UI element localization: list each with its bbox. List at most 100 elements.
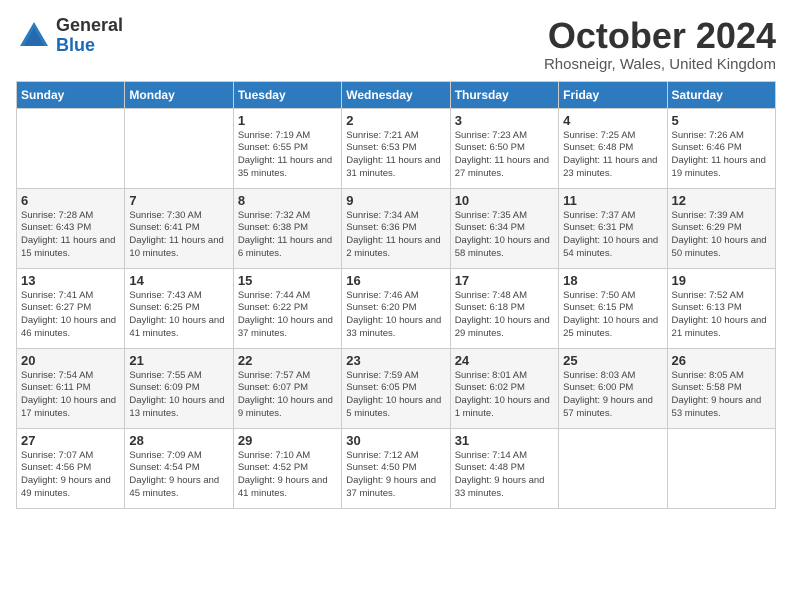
calendar-cell: 16Sunrise: 7:46 AMSunset: 6:20 PMDayligh… (342, 268, 450, 348)
day-number: 19 (672, 273, 771, 288)
daylight-text: Daylight: 10 hours and 9 minutes. (238, 395, 333, 419)
daylight-text: Daylight: 10 hours and 13 minutes. (129, 395, 224, 419)
calendar-cell: 3Sunrise: 7:23 AMSunset: 6:50 PMDaylight… (450, 108, 558, 188)
calendar-week-1: 1 Sunrise: 7:19 AMSunset: 6:55 PM Daylight… (17, 108, 776, 188)
daylight-text: Daylight: 10 hours and 5 minutes. (346, 395, 441, 419)
location-subtitle: Rhosneigr, Wales, United Kingdom (544, 56, 776, 73)
calendar-cell: 25Sunrise: 8:03 AMSunset: 6:00 PMDayligh… (559, 348, 667, 428)
sunset-text: Sunset: 6:09 PM (129, 382, 199, 393)
daylight-text: Daylight: 11 hours and 2 minutes. (346, 235, 440, 259)
day-number: 1 (238, 113, 337, 128)
header-thursday: Thursday (450, 81, 558, 108)
daylight-text: Daylight: 9 hours and 57 minutes. (563, 395, 653, 419)
calendar-header-row: Sunday Monday Tuesday Wednesday Thursday… (17, 81, 776, 108)
calendar-cell: 8 Sunrise: 7:32 AMSunset: 6:38 PMDaylight… (233, 188, 341, 268)
day-number: 5 (672, 113, 771, 128)
daylight-text: Daylight: 9 hours and 53 minutes. (672, 395, 762, 419)
daylight-text: Daylight: 11 hours and 10 minutes. (129, 235, 223, 259)
sunrise-text: Sunrise: 7:37 AM (563, 210, 635, 221)
day-info: Sunrise: 7:12 AMSunset: 4:50 PMDaylight:… (346, 450, 445, 501)
calendar-cell (17, 108, 125, 188)
sunrise-text: Sunrise: 7:52 AM (672, 290, 744, 301)
day-number: 17 (455, 273, 554, 288)
day-info: Sunrise: 7:32 AMSunset: 6:38 PMDaylight:… (238, 210, 337, 261)
day-info: Sunrise: 7:46 AMSunset: 6:20 PMDaylight:… (346, 290, 445, 341)
day-number: 31 (455, 433, 554, 448)
day-info: Sunrise: 7:50 AMSunset: 6:15 PMDaylight:… (563, 290, 662, 341)
daylight-text: Daylight: 10 hours and 21 minutes. (672, 315, 767, 339)
sunrise-text: Sunrise: 7:26 AM (672, 130, 744, 141)
day-info: Sunrise: 7:07 AMSunset: 4:56 PMDaylight:… (21, 450, 120, 501)
day-info: Sunrise: 7:44 AMSunset: 6:22 PMDaylight:… (238, 290, 337, 341)
sunset-text: Sunset: 6:53 PM (346, 142, 416, 153)
day-info: Sunrise: 7:26 AMSunset: 6:46 PMDaylight:… (672, 130, 771, 181)
daylight-text: Daylight: 11 hours and 15 minutes. (21, 235, 115, 259)
sunset-text: Sunset: 4:50 PM (346, 462, 416, 473)
header-monday: Monday (125, 81, 233, 108)
day-info: Sunrise: 7:10 AMSunset: 4:52 PMDaylight:… (238, 450, 337, 501)
calendar-cell: 19 Sunrise: 7:52 AMSunset: 6:13 PM Dayligh… (667, 268, 775, 348)
sunset-text: Sunset: 6:27 PM (21, 302, 91, 313)
daylight-text: Daylight: 9 hours and 37 minutes. (346, 475, 436, 499)
calendar-cell: 28Sunrise: 7:09 AMSunset: 4:54 PMDayligh… (125, 428, 233, 508)
header-sunday: Sunday (17, 81, 125, 108)
sunset-text: Sunset: 6:20 PM (346, 302, 416, 313)
calendar-cell: 11 Sunrise: 7:37 AMSunset: 6:31 PMDayligh… (559, 188, 667, 268)
sunrise-text: Sunrise: 8:01 AM (455, 370, 527, 381)
header-saturday: Saturday (667, 81, 775, 108)
sunrise-text: Sunrise: 7:32 AM (238, 210, 310, 221)
day-number: 11 (563, 193, 662, 208)
sunset-text: Sunset: 6:07 PM (238, 382, 308, 393)
sunset-text: Sunset: 6:13 PM (672, 302, 742, 313)
logo-icon (16, 18, 52, 54)
daylight-text: Daylight: 11 hours and 31 minutes. (346, 155, 440, 179)
sunset-text: Sunset: 6:55 PM (238, 142, 308, 153)
header-wednesday: Wednesday (342, 81, 450, 108)
sunset-text: Sunset: 6:46 PM (672, 142, 742, 153)
day-info: Sunrise: 7:57 AMSunset: 6:07 PMDaylight:… (238, 370, 337, 421)
day-number: 6 (21, 193, 120, 208)
sunset-text: Sunset: 6:22 PM (238, 302, 308, 313)
calendar-cell: 4Sunrise: 7:25 AMSunset: 6:48 PMDaylight… (559, 108, 667, 188)
sunrise-text: Sunrise: 7:48 AM (455, 290, 527, 301)
calendar-week-4: 20Sunrise: 7:54 AMSunset: 6:11 PMDayligh… (17, 348, 776, 428)
daylight-text: Daylight: 11 hours and 27 minutes. (455, 155, 549, 179)
day-info: Sunrise: 7:41 AMSunset: 6:27 PMDaylight:… (21, 290, 120, 341)
sunset-text: Sunset: 6:36 PM (346, 222, 416, 233)
day-number: 2 (346, 113, 445, 128)
day-info: Sunrise: 7:37 AMSunset: 6:31 PMDaylight:… (563, 210, 662, 261)
sunrise-text: Sunrise: 7:19 AM (238, 130, 310, 141)
calendar-cell: 9Sunrise: 7:34 AMSunset: 6:36 PMDaylight… (342, 188, 450, 268)
daylight-text: Daylight: 10 hours and 29 minutes. (455, 315, 550, 339)
day-info: Sunrise: 7:25 AMSunset: 6:48 PMDaylight:… (563, 130, 662, 181)
header-friday: Friday (559, 81, 667, 108)
daylight-text: Daylight: 10 hours and 33 minutes. (346, 315, 441, 339)
day-info: Sunrise: 8:05 AMSunset: 5:58 PMDaylight:… (672, 370, 771, 421)
sunset-text: Sunset: 6:25 PM (129, 302, 199, 313)
sunset-text: Sunset: 6:29 PM (672, 222, 742, 233)
calendar-cell: 6Sunrise: 7:28 AMSunset: 6:43 PMDaylight… (17, 188, 125, 268)
header-tuesday: Tuesday (233, 81, 341, 108)
sunset-text: Sunset: 4:48 PM (455, 462, 525, 473)
day-info: Sunrise: 7:21 AMSunset: 6:53 PMDaylight:… (346, 130, 445, 181)
day-info: Sunrise: 7:30 AMSunset: 6:41 PMDaylight:… (129, 210, 228, 261)
day-number: 21 (129, 353, 228, 368)
calendar-cell (559, 428, 667, 508)
day-number: 12 (672, 193, 771, 208)
calendar-cell: 10Sunrise: 7:35 AMSunset: 6:34 PMDayligh… (450, 188, 558, 268)
sunrise-text: Sunrise: 7:50 AM (563, 290, 635, 301)
daylight-text: Daylight: 9 hours and 41 minutes. (238, 475, 328, 499)
day-number: 24 (455, 353, 554, 368)
sunrise-text: Sunrise: 7:55 AM (129, 370, 201, 381)
sunset-text: Sunset: 6:00 PM (563, 382, 633, 393)
calendar-cell: 14Sunrise: 7:43 AMSunset: 6:25 PMDayligh… (125, 268, 233, 348)
header: General Blue October 2024 Rhosneigr, Wal… (16, 16, 776, 73)
sunset-text: Sunset: 6:31 PM (563, 222, 633, 233)
day-info: Sunrise: 7:35 AMSunset: 6:34 PMDaylight:… (455, 210, 554, 261)
calendar-cell: 1Sunrise: 7:19 AMSunset: 6:55 PMDaylight… (233, 108, 341, 188)
day-number: 8 (238, 193, 337, 208)
day-info: Sunrise: 7:43 AMSunset: 6:25 PMDaylight:… (129, 290, 228, 341)
day-number: 26 (672, 353, 771, 368)
day-info: Sunrise: 8:03 AMSunset: 6:00 PMDaylight:… (563, 370, 662, 421)
calendar-cell: 22Sunrise: 7:57 AMSunset: 6:07 PMDayligh… (233, 348, 341, 428)
